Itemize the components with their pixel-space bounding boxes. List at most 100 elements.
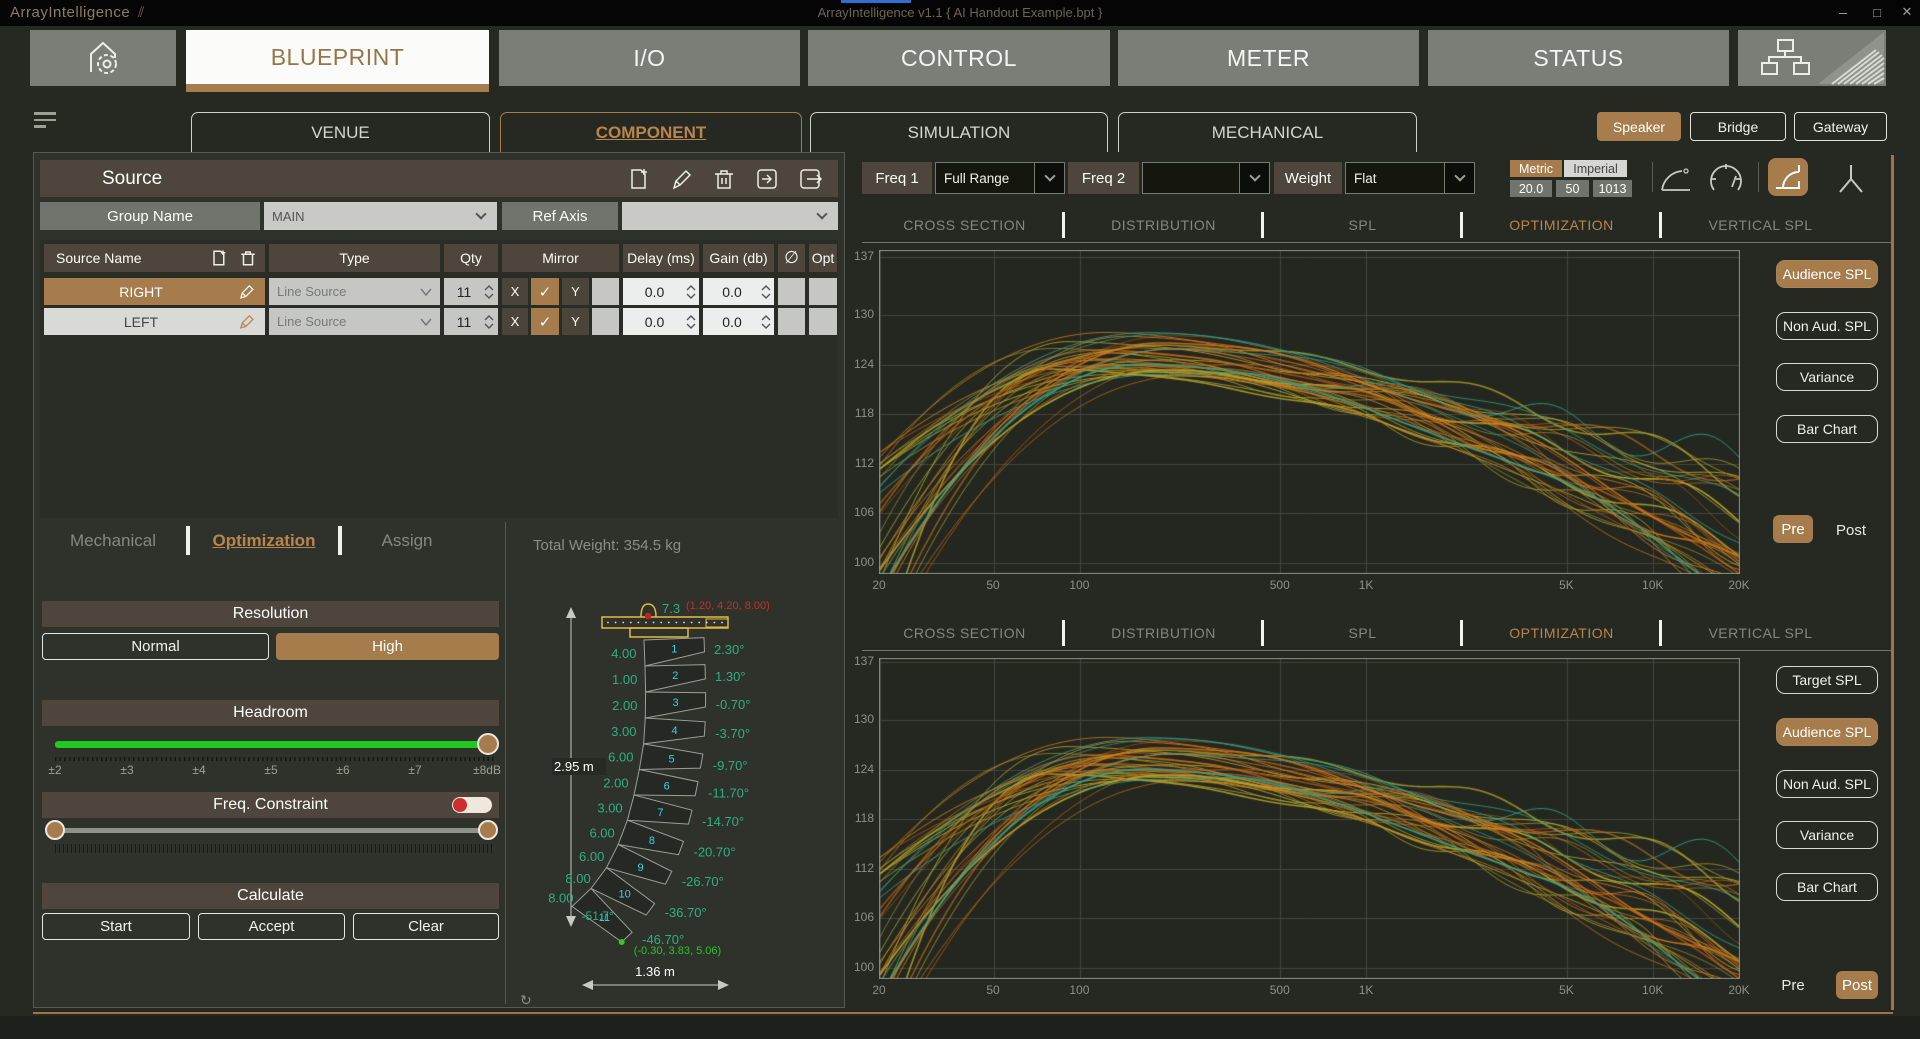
chart-button-bar-chart[interactable]: Bar Chart xyxy=(1776,873,1878,901)
tripod-icon[interactable] xyxy=(1832,162,1870,196)
start-button[interactable]: Start xyxy=(42,913,190,940)
minimize-button[interactable]: – xyxy=(1828,0,1858,24)
mode-bridge-button[interactable]: Bridge xyxy=(1690,112,1786,141)
mirror-x-checkbox[interactable]: ✓ xyxy=(531,278,559,305)
chart-tab-vertical-spl[interactable]: VERTICAL SPL xyxy=(1661,620,1860,646)
subtab-component[interactable]: COMPONENT xyxy=(500,112,802,152)
clear-button[interactable]: Clear xyxy=(353,913,499,940)
subtab-mechanical[interactable]: MECHANICAL xyxy=(1118,112,1417,152)
chart-button-bar-chart[interactable]: Bar Chart xyxy=(1776,415,1878,443)
freq2-select[interactable] xyxy=(1142,162,1270,194)
gain-field[interactable]: 0.0 xyxy=(703,278,774,305)
accept-button[interactable]: Accept xyxy=(198,913,345,940)
tab-meter[interactable]: METER xyxy=(1118,30,1419,86)
chart-tab-distribution[interactable]: DISTRIBUTION xyxy=(1064,620,1263,646)
freq-range-slider-track[interactable] xyxy=(55,828,495,833)
stepper-icon[interactable] xyxy=(686,284,696,300)
tab-io[interactable]: I/O xyxy=(499,30,800,86)
edit-source-icon[interactable] xyxy=(670,166,694,192)
weight-select[interactable]: Flat xyxy=(1345,162,1475,194)
type-select[interactable]: Line Source xyxy=(269,278,440,305)
chart-tab-optimization[interactable]: OPTIMIZATION xyxy=(1462,212,1661,238)
stepper-icon[interactable] xyxy=(484,314,494,330)
table-row-name[interactable]: RIGHT xyxy=(44,278,265,305)
stepper-icon[interactable] xyxy=(761,314,771,330)
tab-control[interactable]: CONTROL xyxy=(808,30,1110,86)
chart-button-non-aud-spl[interactable]: Non Aud. SPL xyxy=(1776,312,1878,340)
chart-tab-optimization[interactable]: OPTIMIZATION xyxy=(1462,620,1661,646)
post-button[interactable]: Post xyxy=(1836,971,1878,999)
quantity-stepper[interactable]: 11 xyxy=(444,278,498,305)
maximize-button[interactable]: □ xyxy=(1862,0,1892,24)
edit-row-icon[interactable] xyxy=(238,283,255,300)
mute-checkbox[interactable] xyxy=(778,308,805,335)
table-row-name[interactable]: LEFT xyxy=(44,308,265,335)
units-metric-button[interactable]: Metric xyxy=(1510,160,1562,177)
freq-range-handle-high[interactable] xyxy=(478,820,498,840)
freq1-select[interactable]: Full Range xyxy=(935,162,1065,194)
tab-assign[interactable]: Assign xyxy=(352,527,462,555)
edit-row-icon[interactable] xyxy=(238,313,255,330)
tab-status[interactable]: STATUS xyxy=(1428,30,1729,86)
type-select[interactable]: Line Source xyxy=(269,308,440,335)
env-humidity-value[interactable]: 50 xyxy=(1556,180,1589,197)
chart-tab-vertical-spl[interactable]: VERTICAL SPL xyxy=(1661,212,1860,238)
network-tab[interactable] xyxy=(1738,30,1886,86)
delete-source-icon[interactable] xyxy=(712,166,736,192)
chart-button-variance[interactable]: Variance xyxy=(1776,363,1878,391)
headroom-slider-handle[interactable] xyxy=(477,733,499,755)
rotate-view-icon[interactable]: ↻ xyxy=(520,992,532,1009)
group-name-select[interactable]: MAIN xyxy=(264,202,497,230)
pre-button[interactable]: Pre xyxy=(1768,975,1818,995)
mute-checkbox[interactable] xyxy=(778,278,805,305)
chart-tab-cross-section[interactable]: CROSS SECTION xyxy=(865,620,1064,646)
chart-button-audience-spl[interactable]: Audience SPL xyxy=(1776,260,1878,288)
add-row-icon[interactable] xyxy=(211,248,229,268)
export-source-icon[interactable] xyxy=(798,166,824,192)
resolution-high-button[interactable]: High xyxy=(276,633,499,660)
post-button[interactable]: Post xyxy=(1826,520,1876,540)
tab-blueprint[interactable]: BLUEPRINT xyxy=(186,30,489,84)
opt-checkbox[interactable] xyxy=(809,278,837,305)
freq-range-handle-low[interactable] xyxy=(45,820,65,840)
angle-tool-icon[interactable] xyxy=(1658,163,1694,195)
new-source-icon[interactable] xyxy=(628,166,652,192)
tab-optimization[interactable]: Optimization xyxy=(196,527,332,555)
opt-checkbox[interactable] xyxy=(809,308,837,335)
ref-axis-select[interactable] xyxy=(622,202,838,230)
chart-button-audience-spl[interactable]: Audience SPL xyxy=(1776,718,1878,746)
env-pressure-value[interactable]: 1013 xyxy=(1593,180,1632,197)
chart-button-target-spl[interactable]: Target SPL xyxy=(1776,666,1878,694)
quantity-stepper[interactable]: 11 xyxy=(444,308,498,335)
tab-mechanical[interactable]: Mechanical xyxy=(50,527,176,555)
gain-field[interactable]: 0.0 xyxy=(703,308,774,335)
close-button[interactable]: ✕ xyxy=(1894,0,1920,24)
resolution-normal-button[interactable]: Normal xyxy=(42,633,269,660)
env-temperature-value[interactable]: 20.0 xyxy=(1510,180,1552,197)
stepper-icon[interactable] xyxy=(686,314,696,330)
mirror-y-checkbox[interactable] xyxy=(592,308,619,335)
chart-tab-spl[interactable]: SPL xyxy=(1263,620,1462,646)
units-imperial-button[interactable]: Imperial xyxy=(1564,160,1627,177)
delay-field[interactable]: 0.0 xyxy=(623,278,699,305)
mode-speaker-button[interactable]: Speaker xyxy=(1597,112,1681,141)
delete-row-icon[interactable] xyxy=(239,248,257,268)
import-source-icon[interactable] xyxy=(754,166,780,192)
chart-button-non-aud-spl[interactable]: Non Aud. SPL xyxy=(1776,770,1878,798)
chart-tab-spl[interactable]: SPL xyxy=(1263,212,1462,238)
spl-chart-top[interactable] xyxy=(879,250,1740,574)
freq-constraint-toggle[interactable] xyxy=(452,797,492,813)
settings-tab[interactable] xyxy=(30,30,176,86)
spl-curve-view-button[interactable] xyxy=(1768,158,1808,196)
headroom-slider-track[interactable] xyxy=(55,741,495,748)
chart-tab-cross-section[interactable]: CROSS SECTION xyxy=(865,212,1064,238)
stepper-icon[interactable] xyxy=(761,284,771,300)
delay-field[interactable]: 0.0 xyxy=(623,308,699,335)
chart-button-variance[interactable]: Variance xyxy=(1776,821,1878,849)
menu-icon[interactable] xyxy=(34,112,58,132)
chart-tab-distribution[interactable]: DISTRIBUTION xyxy=(1064,212,1263,238)
pre-button[interactable]: Pre xyxy=(1773,515,1813,543)
spl-chart-bottom[interactable] xyxy=(879,658,1740,979)
subtab-venue[interactable]: VENUE xyxy=(191,112,490,152)
mode-gateway-button[interactable]: Gateway xyxy=(1794,112,1887,141)
